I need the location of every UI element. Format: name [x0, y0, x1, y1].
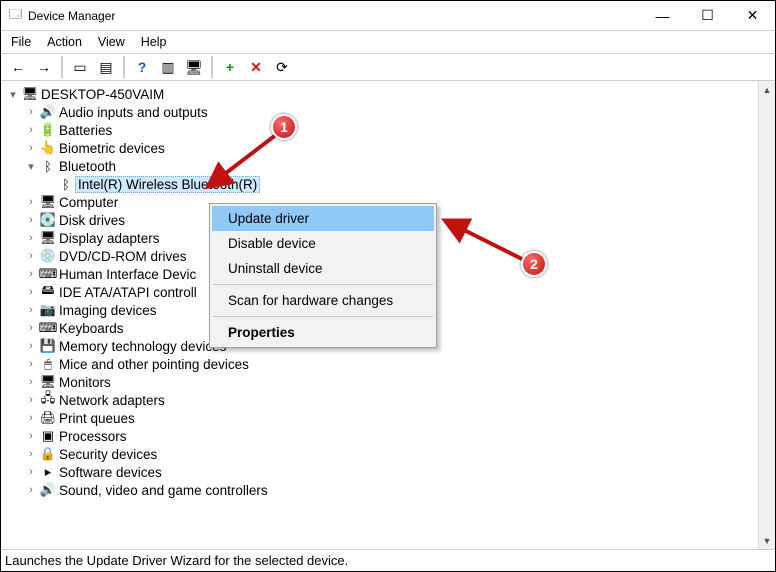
status-bar: Launches the Update Driver Wizard for th… — [1, 549, 775, 571]
chevron-icon[interactable]: › — [23, 376, 39, 388]
chevron-icon[interactable]: › — [23, 484, 39, 496]
close-button[interactable]: ✕ — [730, 1, 775, 30]
device-icon: 🔒 — [39, 446, 57, 462]
toolbar-forward-button[interactable]: → — [33, 56, 55, 78]
toolbar-separator — [61, 56, 63, 78]
menu-action[interactable]: Action — [47, 35, 82, 49]
tree-item-label: Mice and other pointing devices — [57, 357, 251, 372]
toolbar-show-hidden-button[interactable]: ▭ — [69, 56, 91, 78]
minimize-button[interactable]: — — [640, 1, 685, 30]
chevron-icon[interactable]: › — [23, 466, 39, 478]
content-area: ▾🖥DESKTOP-450VAIM›🔊Audio inputs and outp… — [1, 81, 775, 549]
toolbar-remove-button[interactable]: ✕ — [245, 56, 267, 78]
tree-item[interactable]: ›🖥Monitors — [5, 373, 758, 391]
chevron-icon[interactable]: › — [23, 340, 39, 352]
scrollbar-vertical[interactable]: ▲ ▼ — [758, 81, 775, 549]
toolbar: ← → ▭ ▤ ? ▥ 🖥 + ✕ ⟳ — [1, 53, 775, 81]
arrow-left-icon: ← — [11, 59, 25, 75]
scan-icon: ▥ — [161, 59, 174, 76]
device-icon: 🖨 — [39, 410, 57, 426]
menu-help[interactable]: Help — [141, 35, 167, 49]
x-icon: ✕ — [250, 59, 262, 76]
maximize-button[interactable]: ☐ — [685, 1, 730, 30]
toolbar-help-button[interactable]: ? — [131, 56, 153, 78]
tree-item[interactable]: ›▣Processors — [5, 427, 758, 445]
tree-item[interactable]: ›🖨Print queues — [5, 409, 758, 427]
chevron-icon[interactable]: › — [23, 430, 39, 442]
scroll-track[interactable] — [759, 98, 775, 532]
arrow-right-icon: → — [37, 59, 51, 75]
tree-item-label: Network adapters — [57, 393, 167, 408]
tree-item[interactable]: ›🖧Network adapters — [5, 391, 758, 409]
window-controls: — ☐ ✕ — [640, 1, 775, 30]
menu-file[interactable]: File — [11, 35, 31, 49]
refresh-icon: ⟳ — [276, 59, 288, 76]
device-manager-window: 🗔 Device Manager — ☐ ✕ File Action View … — [0, 0, 776, 572]
titlebar: 🗔 Device Manager — ☐ ✕ — [1, 1, 775, 31]
toolbar-update-button[interactable]: ⟳ — [271, 56, 293, 78]
tree-item-label: Processors — [57, 429, 129, 444]
toolbar-properties-button[interactable]: ▤ — [95, 56, 117, 78]
callout-2: 2 — [521, 251, 547, 277]
tree-item-label: Sound, video and game controllers — [57, 483, 270, 498]
device-icon: ▸ — [39, 464, 57, 480]
chevron-icon[interactable]: › — [23, 394, 39, 406]
menubar: File Action View Help — [1, 31, 775, 53]
titlebar-left: 🗔 Device Manager — [9, 5, 115, 26]
callout-1: 1 — [271, 114, 297, 140]
tree-item-label: Security devices — [57, 447, 159, 462]
annotation-arrows — [1, 81, 501, 341]
device-icon: 🔊 — [39, 482, 57, 498]
tree-item-label: Print queues — [57, 411, 137, 426]
app-icon: 🗔 — [9, 5, 22, 26]
toolbar-scan-button[interactable]: ▥ — [157, 56, 179, 78]
window-title: Device Manager — [28, 9, 115, 23]
tree-item[interactable]: ›🔊Sound, video and game controllers — [5, 481, 758, 499]
plus-icon: + — [226, 59, 234, 75]
tree-item[interactable]: ›▸Software devices — [5, 463, 758, 481]
status-text: Launches the Update Driver Wizard for th… — [5, 553, 348, 568]
toolbar-separator — [211, 56, 213, 78]
device-icon: 🖧 — [39, 389, 57, 411]
device-icon: ▣ — [39, 428, 57, 444]
help-icon: ? — [138, 59, 147, 75]
tree-item[interactable]: ›🔒Security devices — [5, 445, 758, 463]
window-icon: ▭ — [73, 59, 86, 76]
toolbar-back-button[interactable]: ← — [7, 56, 29, 78]
device-icon: 🖱 — [39, 356, 57, 372]
tree-item-label: Software devices — [57, 465, 164, 480]
scroll-down-button[interactable]: ▼ — [759, 532, 775, 549]
tree-item-label: Monitors — [57, 375, 113, 390]
toolbar-monitor-button[interactable]: 🖥 — [183, 56, 205, 78]
chevron-icon[interactable]: › — [23, 448, 39, 460]
list-icon: ▤ — [99, 59, 112, 76]
scroll-up-button[interactable]: ▲ — [759, 81, 775, 98]
menu-view[interactable]: View — [98, 35, 125, 49]
toolbar-add-button[interactable]: + — [219, 56, 241, 78]
toolbar-separator — [123, 56, 125, 78]
chevron-icon[interactable]: › — [23, 412, 39, 424]
device-icon: 🖥 — [39, 374, 57, 390]
chevron-icon[interactable]: › — [23, 358, 39, 370]
monitor-icon: 🖥 — [185, 59, 203, 76]
tree-item[interactable]: ›🖱Mice and other pointing devices — [5, 355, 758, 373]
